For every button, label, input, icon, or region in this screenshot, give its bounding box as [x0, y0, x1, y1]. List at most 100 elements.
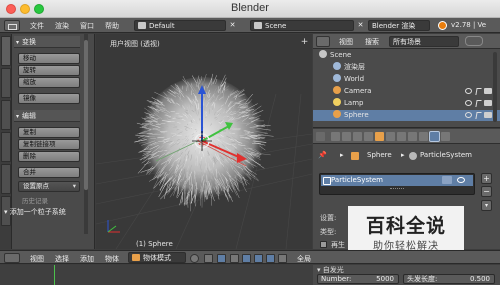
outliner-search-field[interactable]: [465, 36, 483, 46]
outliner-item-label[interactable]: Lamp: [344, 99, 363, 107]
remove-particle-system-button[interactable]: −: [481, 186, 492, 197]
timeline[interactable]: [0, 265, 313, 285]
edit-panel-header[interactable]: ▾ 编辑: [14, 110, 80, 122]
visibility-eye-icon[interactable]: [465, 88, 472, 94]
render-camera-icon[interactable]: [484, 112, 492, 118]
tab-render-layers-icon[interactable]: [342, 132, 351, 141]
tab-relations[interactable]: [1, 100, 11, 130]
delete-button[interactable]: 删除: [18, 151, 80, 162]
outliner-row[interactable]: Sphere: [313, 110, 500, 121]
scene-close-icon[interactable]: ✕: [356, 21, 365, 30]
outliner-view-menu[interactable]: 视图: [339, 37, 353, 47]
menu-add[interactable]: 添加: [80, 254, 94, 264]
menu-file[interactable]: 文件: [30, 21, 44, 31]
viewport-shading-icon[interactable]: [190, 254, 199, 263]
duplicate-linked-button[interactable]: 复制链接项: [18, 139, 80, 150]
tab-render-icon[interactable]: [331, 132, 340, 141]
selectability-cursor-icon[interactable]: [475, 100, 482, 107]
outliner-item-label[interactable]: 渲染层: [344, 63, 365, 71]
outliner-row[interactable]: Scene: [313, 50, 500, 61]
visibility-eye-icon[interactable]: [465, 100, 472, 106]
hair-length-field[interactable]: 头发长度: 0.500: [403, 274, 495, 284]
outliner-item-label[interactable]: World: [344, 75, 364, 83]
menu-help[interactable]: 帮助: [105, 21, 119, 31]
mirror-button[interactable]: 镜像: [18, 93, 80, 104]
visibility-eye-icon[interactable]: [457, 177, 465, 183]
number-field[interactable]: Number: 5000: [317, 274, 399, 284]
scrollbar-thumb[interactable]: [84, 40, 88, 190]
set-origin-dropdown[interactable]: 设置原点: [18, 181, 80, 192]
current-frame-marker[interactable]: [54, 265, 55, 285]
regrow-checkbox[interactable]: [320, 241, 327, 248]
scale-button[interactable]: 缩放: [18, 77, 80, 88]
render-toggle-icon[interactable]: [442, 176, 452, 184]
render-camera-icon[interactable]: [484, 100, 492, 106]
menu-select[interactable]: 选择: [55, 254, 69, 264]
outliner-row[interactable]: Lamp: [313, 98, 500, 109]
viewport-properties-toggle-icon[interactable]: +: [300, 38, 309, 47]
viewport-editor-type-button[interactable]: [4, 253, 20, 263]
list-resize-grip[interactable]: [390, 188, 404, 191]
outliner-search-menu[interactable]: 搜索: [365, 37, 379, 47]
specials-dropdown-icon[interactable]: ▾: [481, 200, 492, 211]
menu-window[interactable]: 窗口: [80, 21, 94, 31]
editor-type-button[interactable]: [4, 20, 20, 31]
menu-render[interactable]: 渲染: [55, 21, 69, 31]
render-engine-dropdown[interactable]: Blender 渲染: [368, 20, 430, 31]
tab-world-icon[interactable]: [364, 132, 373, 141]
outliner-row[interactable]: Camera: [313, 86, 500, 97]
snap-toggle-icon[interactable]: [278, 254, 287, 263]
menu-view[interactable]: 视图: [30, 254, 44, 264]
visibility-eye-icon[interactable]: [465, 112, 472, 118]
transform-orientation-dropdown[interactable]: 全局: [297, 254, 311, 264]
outliner-scrollbar[interactable]: [493, 52, 497, 122]
interaction-mode-dropdown[interactable]: 物体模式: [128, 252, 186, 263]
tab-create[interactable]: [1, 68, 11, 98]
scale-manipulator-icon[interactable]: [254, 254, 263, 263]
add-particle-system-header[interactable]: ▾ 添加一个粒子系统: [4, 207, 94, 217]
tool-shelf-scrollbar[interactable]: [84, 34, 88, 234]
props-editor-type-button[interactable]: [316, 132, 325, 141]
tab-animation[interactable]: [1, 132, 11, 162]
viewport-canvas[interactable]: [96, 34, 312, 249]
outliner-row[interactable]: 渲染层: [313, 62, 500, 73]
screen-layout-dropdown[interactable]: Default: [134, 20, 226, 31]
render-camera-icon[interactable]: [484, 88, 492, 94]
tab-particles-icon[interactable]: [429, 131, 440, 142]
tab-physics[interactable]: [1, 164, 11, 194]
outliner-item-label[interactable]: Camera: [344, 87, 371, 95]
selectability-cursor-icon[interactable]: [475, 112, 482, 119]
tab-physics-icon[interactable]: [441, 132, 450, 141]
tab-object-icon[interactable]: [375, 132, 384, 141]
menu-object[interactable]: 物体: [105, 254, 119, 264]
duplicate-button[interactable]: 复制: [18, 127, 80, 138]
rotate-button[interactable]: 旋转: [18, 65, 80, 76]
outliner-item-label[interactable]: Sphere: [344, 111, 369, 119]
pivot-point-icon[interactable]: [204, 254, 213, 263]
particle-system-list[interactable]: ParticleSystem: [319, 173, 475, 195]
screen-layout-close-icon[interactable]: ✕: [228, 21, 237, 30]
breadcrumb-particle-system[interactable]: ParticleSystem: [420, 151, 472, 159]
transform-panel-header[interactable]: ▾ 变换: [14, 36, 80, 48]
join-button[interactable]: 合并: [18, 167, 80, 178]
tab-constraints-icon[interactable]: [386, 132, 395, 141]
tab-material-icon[interactable]: [419, 132, 428, 141]
add-particle-system-button[interactable]: +: [481, 173, 492, 184]
outliner-row[interactable]: World: [313, 74, 500, 85]
tab-scene-icon[interactable]: [353, 132, 362, 141]
tab-modifiers-icon[interactable]: [397, 132, 406, 141]
manipulator-toggle-icon[interactable]: [217, 254, 226, 263]
translate-manipulator-icon[interactable]: [230, 254, 239, 263]
3d-viewport[interactable]: 用户视图 (透视) + (1) Sphere: [96, 34, 312, 249]
translate-button[interactable]: 移动: [18, 53, 80, 64]
tab-data-icon[interactable]: [408, 132, 417, 141]
rotate-manipulator-icon[interactable]: [242, 254, 251, 263]
layer-toggle-icon[interactable]: [266, 254, 275, 263]
outliner-display-mode-dropdown[interactable]: 所有场景: [389, 36, 459, 47]
scene-dropdown[interactable]: Scene: [250, 20, 354, 31]
selectability-cursor-icon[interactable]: [475, 88, 482, 95]
tab-tools[interactable]: [1, 36, 11, 66]
breadcrumb-object[interactable]: Sphere: [367, 151, 392, 159]
outliner-item-label[interactable]: Scene: [330, 51, 351, 59]
outliner-editor-type-button[interactable]: [316, 36, 330, 47]
